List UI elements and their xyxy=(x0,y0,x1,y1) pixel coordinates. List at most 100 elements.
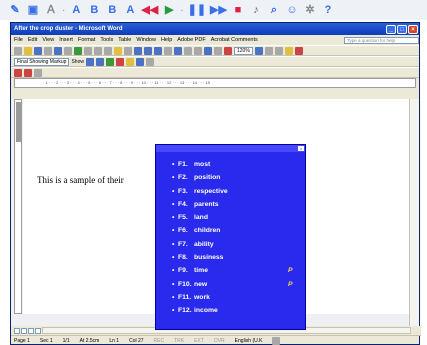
hyperlink-icon[interactable] xyxy=(154,46,162,55)
pause-icon[interactable]: ❚❚ xyxy=(188,3,206,17)
help-toolbar-icon[interactable] xyxy=(254,46,263,55)
undo-icon[interactable] xyxy=(134,46,142,55)
volume-icon[interactable]: ♪ xyxy=(249,3,263,17)
popup-item-3[interactable]: • F3. respective xyxy=(172,185,305,198)
toolbar-options-icon[interactable] xyxy=(34,68,42,77)
popup-item-12[interactable]: • F12. income xyxy=(172,304,305,317)
save-icon[interactable] xyxy=(34,46,42,55)
read-icon[interactable] xyxy=(264,46,273,55)
insert-table-icon[interactable] xyxy=(174,46,182,55)
play-icon[interactable]: ▶ xyxy=(162,3,176,17)
menu-file[interactable]: File xyxy=(14,37,23,43)
maximize-icon[interactable]: □ xyxy=(397,24,407,34)
bold-format-icon[interactable] xyxy=(274,46,283,55)
menu-view[interactable]: View xyxy=(42,37,54,43)
text-a2-icon[interactable]: A xyxy=(123,3,137,17)
popup-item-8[interactable]: • F8. business xyxy=(172,251,305,264)
spelling-icon[interactable] xyxy=(74,46,82,55)
popup-item-11[interactable]: • F11. work xyxy=(172,291,305,304)
normal-view-icon[interactable] xyxy=(14,327,20,334)
next-change-icon[interactable] xyxy=(95,57,104,66)
popup-item-6[interactable]: • F6. children xyxy=(172,224,305,237)
print-icon[interactable] xyxy=(54,46,62,55)
status-rec[interactable]: REC xyxy=(154,338,165,344)
tables-icon[interactable] xyxy=(164,46,172,55)
reject-change-icon[interactable] xyxy=(115,57,124,66)
menu-acrobat-comments[interactable]: Acrobat Comments xyxy=(211,37,258,43)
track-changes-icon[interactable] xyxy=(135,57,144,66)
close-icon[interactable]: × xyxy=(408,24,418,34)
print-layout-icon[interactable] xyxy=(28,327,34,334)
horizontal-ruler[interactable]: · 1 · · · 2 · · · 3 · · · 4 · · · 5 · · … xyxy=(14,78,416,88)
help-icon[interactable]: ? xyxy=(321,3,335,17)
popup-item-1[interactable]: • F1. most xyxy=(172,158,305,171)
outline-view-icon[interactable] xyxy=(35,327,41,334)
font-icon[interactable]: Ａ xyxy=(44,3,58,17)
menu-format[interactable]: Format xyxy=(78,37,95,43)
spelling-status-icon[interactable] xyxy=(272,336,281,345)
bold-icon[interactable]: B xyxy=(87,3,101,17)
accept-change-icon[interactable] xyxy=(105,57,114,66)
popup-item-5[interactable]: • F5. land xyxy=(172,211,305,224)
new-document-icon[interactable] xyxy=(14,46,22,55)
markup-select[interactable]: Final Showing Markup xyxy=(14,57,70,66)
web-layout-icon[interactable] xyxy=(21,327,27,334)
help-search-input[interactable]: Type a question for help xyxy=(344,36,419,44)
permission-icon[interactable] xyxy=(44,46,52,55)
previous-change-icon[interactable] xyxy=(85,57,94,66)
popup-item-2[interactable]: • F2. position xyxy=(172,171,305,184)
fast-forward-icon[interactable]: ▶▶ xyxy=(210,3,227,17)
open-icon[interactable] xyxy=(24,46,32,55)
menu-help[interactable]: Help xyxy=(161,37,172,43)
popup-close-icon[interactable]: × xyxy=(298,146,304,151)
popup-item-9[interactable]: • F9. time P xyxy=(172,264,305,277)
menu-insert[interactable]: Insert xyxy=(59,37,73,43)
rewind-icon[interactable]: ◀◀ xyxy=(141,3,158,17)
format-painter-icon[interactable] xyxy=(124,46,132,55)
copy-icon[interactable] xyxy=(104,46,112,55)
document-text[interactable]: This is a sample of their xyxy=(37,175,124,185)
status-ovr[interactable]: OVR xyxy=(214,338,225,344)
format-icon[interactable]: ▣ xyxy=(26,3,40,17)
bold-alt-icon[interactable]: B xyxy=(105,3,119,17)
pencil-icon[interactable]: ✎ xyxy=(8,3,22,17)
search-icon[interactable]: ⌕ xyxy=(267,3,281,17)
drawing-icon[interactable] xyxy=(204,46,212,55)
settings-icon[interactable]: ✲ xyxy=(303,3,317,17)
vertical-scrollbar[interactable] xyxy=(409,99,419,326)
menu-tools[interactable]: Tools xyxy=(100,37,113,43)
users-icon[interactable]: ☺ xyxy=(285,3,299,17)
highlight-icon[interactable] xyxy=(284,46,293,55)
show-menu[interactable]: Show xyxy=(71,59,84,65)
popup-item-word: work xyxy=(194,293,210,301)
insert-comment-icon[interactable] xyxy=(125,57,134,66)
reviewing-pane-icon[interactable] xyxy=(145,57,154,66)
menu-window[interactable]: Window xyxy=(136,37,156,43)
zoom-select[interactable]: 120% xyxy=(234,46,253,55)
menu-table[interactable]: Table xyxy=(118,37,131,43)
excel-icon[interactable] xyxy=(184,46,192,55)
research-icon[interactable] xyxy=(84,46,92,55)
menu-edit[interactable]: Edit xyxy=(28,37,37,43)
popup-item-10[interactable]: • F10. new P xyxy=(172,278,305,291)
cut-icon[interactable] xyxy=(94,46,102,55)
vertical-ruler[interactable] xyxy=(14,99,22,314)
stop-icon[interactable]: ■ xyxy=(231,3,245,17)
status-trk[interactable]: TRK xyxy=(174,338,184,344)
popup-item-4[interactable]: • F4. parents xyxy=(172,198,305,211)
redo-icon[interactable] xyxy=(144,46,152,55)
paste-icon[interactable] xyxy=(114,46,122,55)
text-a-icon[interactable]: A xyxy=(69,3,83,17)
popup-item-7[interactable]: • F7. ability xyxy=(172,238,305,251)
document-map-icon[interactable] xyxy=(214,46,222,55)
font-color-icon[interactable] xyxy=(294,46,303,55)
popup-title-bar[interactable]: × xyxy=(156,145,305,152)
red-pen-icon[interactable] xyxy=(14,68,22,77)
status-ext[interactable]: EXT xyxy=(194,338,204,344)
show-hide-icon[interactable] xyxy=(224,46,232,55)
columns-icon[interactable] xyxy=(194,46,202,55)
menu-adobe-pdf[interactable]: Adobe PDF xyxy=(177,37,205,43)
print-preview-icon[interactable] xyxy=(64,46,72,55)
red-pen-alt-icon[interactable] xyxy=(24,68,32,77)
minimize-icon[interactable]: _ xyxy=(386,24,396,34)
